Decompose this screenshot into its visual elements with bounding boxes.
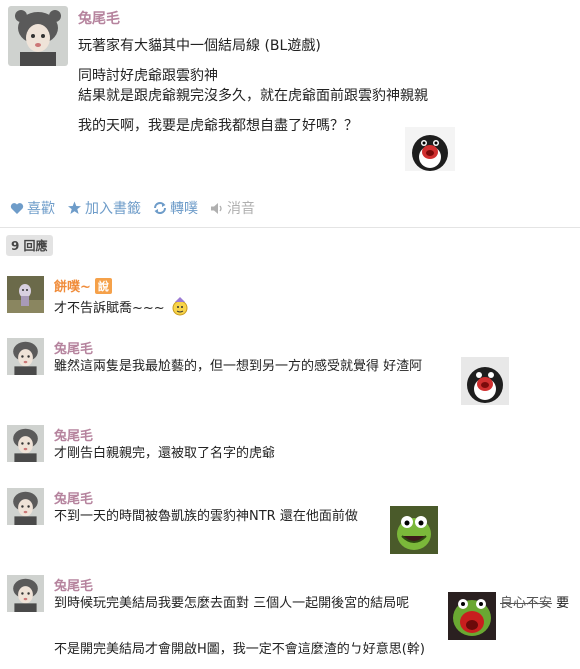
post-content: 玩著家有大貓其中一個結局線 (BL遊戲) 同時討好虎爺跟雲豹神 結果就是跟虎爺親… (78, 36, 558, 136)
reply-author[interactable]: 兔尾毛 (54, 425, 93, 444)
post-author[interactable]: 兔尾毛 (78, 8, 120, 28)
reply-text: 到時候玩完美結局我要怎麼去面對 三個人一起開後宮的結局呢 (54, 595, 409, 613)
reply-author-name: 餅噗~ (54, 280, 91, 295)
strikethrough-text: 良心不安 (500, 596, 553, 611)
spinning-face-emoticon (169, 296, 191, 322)
speaker-icon (211, 202, 222, 214)
post-line: 我的天啊，我要是虎爺我都想自盡了好嗎？？ (78, 118, 358, 134)
post-line: 結果就是跟虎爺親完沒多久，就在虎爺面前跟雲豹神親親 (78, 88, 428, 104)
avatar[interactable] (7, 575, 44, 612)
pingu-shout-sticker (461, 357, 509, 405)
reply-text: 才剛告白親親完，還被取了名字的虎爺 (54, 446, 276, 461)
divider (0, 227, 580, 228)
avatar[interactable] (7, 488, 44, 525)
post-line: 玩著家有大貓其中一個結局線 (BL遊戲) (78, 38, 321, 54)
reply-text: 才不告訴賦喬~~~ (54, 296, 191, 322)
avatar[interactable] (7, 276, 44, 313)
repost-button[interactable]: 轉噗 (153, 198, 198, 218)
avatar[interactable] (7, 425, 44, 462)
repost-icon (154, 202, 166, 214)
reply-text-line2: 不是開完美結局才會開啟H圖，我一定不會這麼渣的ㄅ好意思(幹) (54, 642, 425, 657)
bookmark-label: 加入書籤 (85, 201, 141, 217)
mute-button[interactable]: 消音 (210, 198, 255, 218)
bookmark-button[interactable]: 加入書籤 (67, 198, 141, 218)
pingu-shout-sticker (405, 127, 455, 171)
avatar[interactable] (8, 6, 68, 66)
reply-text: 良心不安 要 (500, 595, 569, 613)
repost-label: 轉噗 (170, 201, 198, 217)
post-actions: 喜歡 加入書籤 轉噗 消音 (10, 198, 255, 218)
heart-icon (10, 202, 24, 214)
like-button[interactable]: 喜歡 (10, 198, 55, 218)
kermit-sticker (390, 506, 438, 554)
reply-text-content: 才不告訴賦喬~~~ (54, 301, 165, 316)
avatar[interactable] (7, 338, 44, 375)
reply-text-part: 要 (556, 596, 570, 611)
reply-count-badge: 9 回應 (6, 235, 53, 256)
reply-text: 雖然這兩隻是我最尬藝的，但一想到另一方的感受就覺得 好渣阿 (54, 359, 423, 374)
reply-author[interactable]: 兔尾毛 (54, 575, 93, 594)
mute-label: 消音 (227, 201, 255, 217)
post-line: 同時討好虎爺跟雲豹神 (78, 68, 218, 84)
reply-author[interactable]: 兔尾毛 (54, 338, 93, 357)
star-icon (68, 201, 81, 214)
kermit-scream-sticker (448, 592, 496, 640)
reply-text-part: 到時候玩完美結局我要怎麼去面對 三個人一起開後宮的結局呢 (54, 596, 410, 611)
reply-author[interactable]: 餅噗~ 說 (54, 276, 112, 295)
says-badge: 說 (94, 278, 112, 294)
reply-text: 不到一天的時間被魯凱族的雲豹神NTR 還在他面前做 (54, 509, 358, 524)
like-label: 喜歡 (27, 201, 55, 217)
reply-author[interactable]: 兔尾毛 (54, 488, 93, 507)
